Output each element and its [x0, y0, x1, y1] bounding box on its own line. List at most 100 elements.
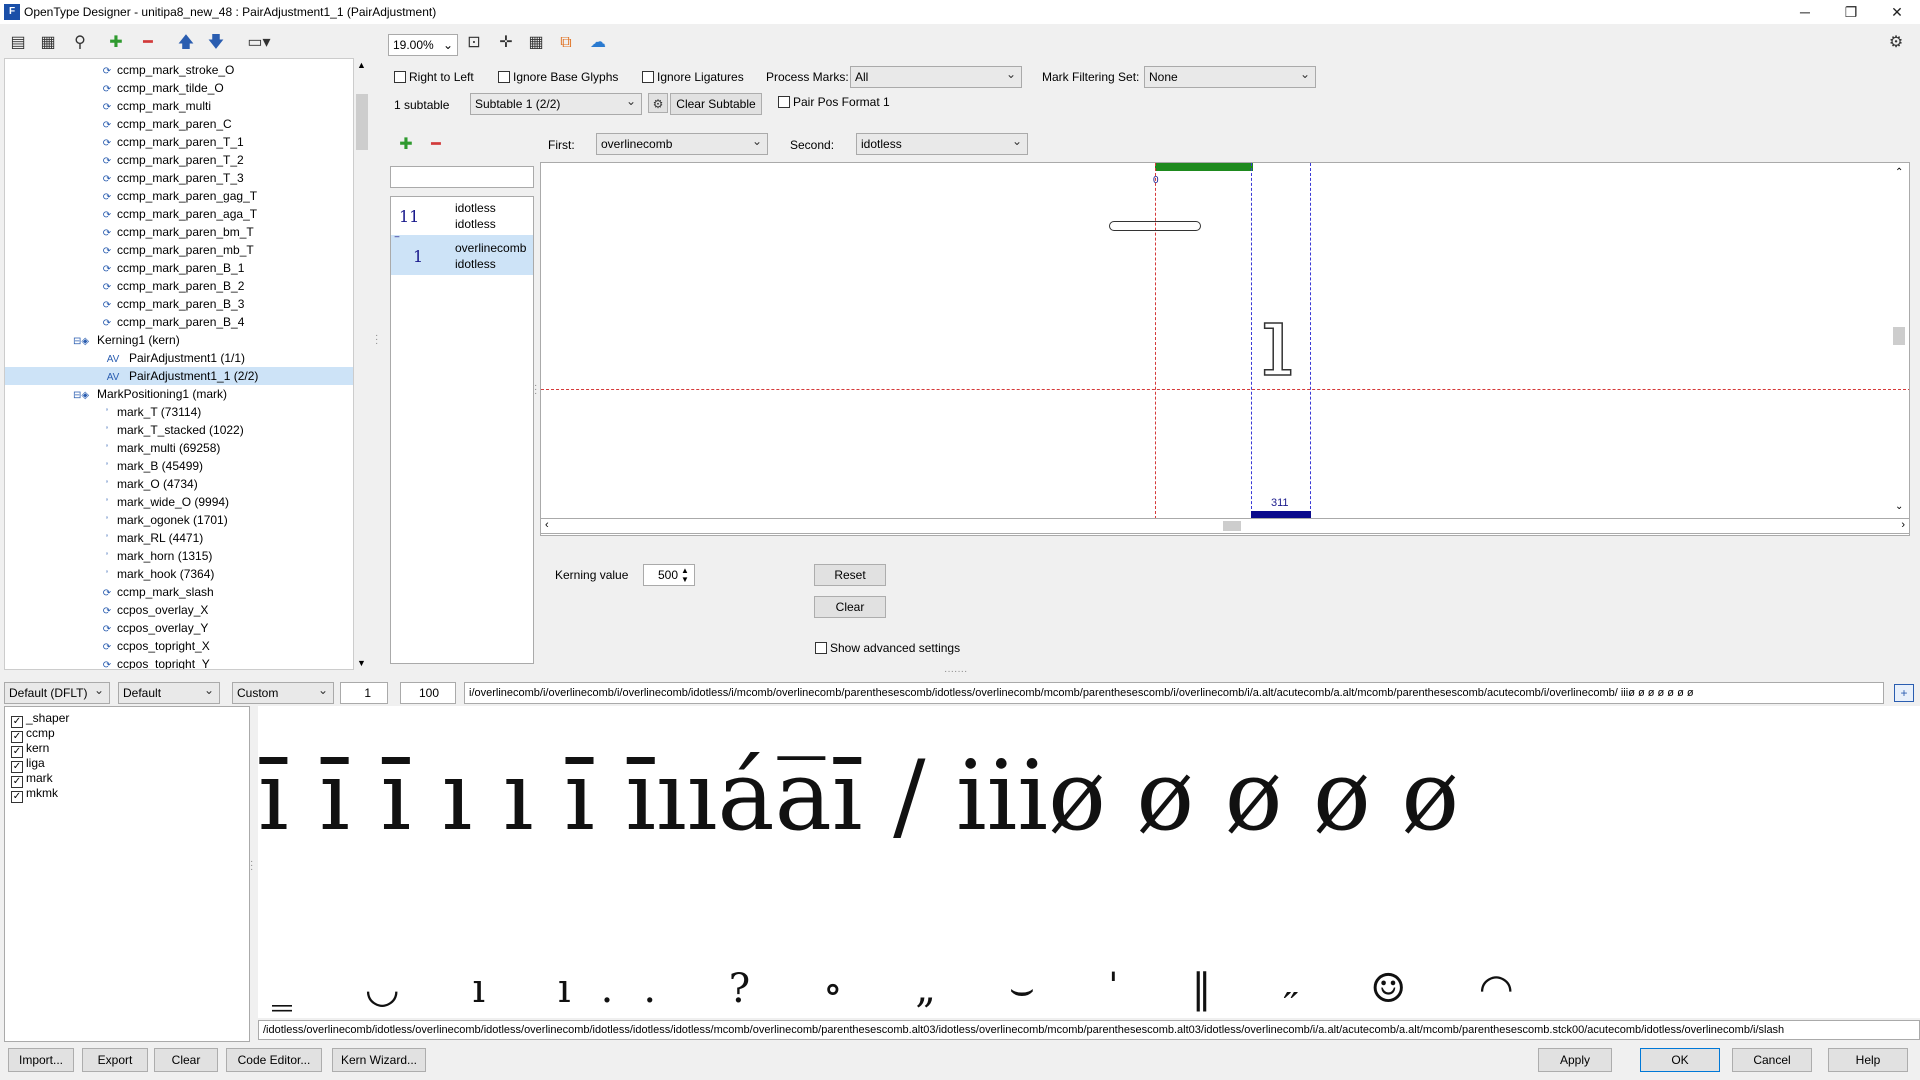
move-up-icon[interactable]: 🡅 — [174, 32, 198, 54]
subtable-select[interactable]: Subtable 1 (2/2) — [470, 91, 642, 115]
settings-icon[interactable]: ⚙ — [1884, 32, 1908, 54]
remove-pair-icon[interactable]: ━ — [424, 134, 448, 156]
tree-item[interactable]: ⟳ ccmp_mark_paren_T_2 — [5, 151, 353, 169]
horizontal-splitter[interactable]: ······· — [944, 666, 967, 677]
grid-icon[interactable]: ▦ — [524, 32, 548, 54]
tree-scroll-thumb[interactable] — [356, 94, 368, 150]
kern-wizard-button[interactable]: Kern Wizard... — [332, 1048, 426, 1072]
size-spinner[interactable]: 100 — [400, 682, 456, 704]
tree-item[interactable]: ʼ mark_ogonek (1701) — [5, 511, 353, 529]
tree-item[interactable]: ʼ mark_B (45499) — [5, 457, 353, 475]
tree-item[interactable]: ⟳ ccmp_mark_paren_T_3 — [5, 169, 353, 187]
count-spinner[interactable]: 1 — [340, 682, 388, 704]
preview-scroll-down-icon[interactable]: ⌄ — [1895, 501, 1903, 512]
tree-item[interactable]: ⟳ ccmp_mark_tilde_O — [5, 79, 353, 97]
right-to-left-checkbox[interactable]: Right to Left — [394, 70, 474, 84]
tree-item[interactable]: ʼ mark_T_stacked (1022) — [5, 421, 353, 439]
splitter-handle-2[interactable]: · · · — [534, 381, 537, 399]
tree-item[interactable]: ⊟◈ MarkPositioning1 (mark) — [5, 385, 353, 403]
view-menu-icon[interactable]: ▭▾ — [242, 32, 276, 54]
tree-item[interactable]: ʼ mark_O (4734) — [5, 475, 353, 493]
pair-row-1[interactable]: 11 idotless idotless — [391, 197, 533, 235]
tree-item[interactable]: ⊟◈ Kerning1 (kern) — [5, 331, 353, 349]
close-button[interactable]: ✕ — [1874, 2, 1920, 22]
feature-checkbox[interactable]: ✓ mkmk — [11, 786, 58, 803]
clear-kerning-button[interactable]: Clear — [814, 596, 886, 618]
tree-item[interactable]: ⟳ ccpos_overlay_Y — [5, 619, 353, 637]
preview-scroll-up-icon[interactable]: ⌃ — [1895, 167, 1903, 178]
tree-item[interactable]: AV PairAdjustment1_1 (2/2) — [5, 367, 353, 385]
tree-item[interactable]: ʼ mark_horn (1315) — [5, 547, 353, 565]
export-button[interactable]: Export — [82, 1048, 148, 1072]
glyph-preview-canvas[interactable]: 0 ı 311 ⌃ ⌄ — [540, 162, 1910, 536]
clear-subtable-button[interactable]: Clear Subtable — [670, 93, 762, 115]
ignore-base-glyphs-checkbox[interactable]: Ignore Base Glyphs — [498, 70, 618, 84]
move-down-icon[interactable]: 🡇 — [204, 32, 228, 54]
tree-item[interactable]: ⟳ ccmp_mark_paren_gag_T — [5, 187, 353, 205]
zoom-select[interactable]: 19.00% ⌄ — [388, 34, 458, 56]
text-input[interactable]: i/overlinecomb/i/overlinecomb/i/overline… — [464, 682, 1884, 704]
tree-item[interactable]: ⟳ ccmp_mark_slash — [5, 583, 353, 601]
cloud-icon[interactable]: ☁ — [586, 32, 610, 54]
tree-item[interactable]: ⟳ ccpos_overlay_X — [5, 601, 353, 619]
remove-icon[interactable]: ━ — [136, 32, 160, 54]
add-text-button[interactable]: + — [1894, 684, 1914, 702]
apply-button[interactable]: Apply — [1538, 1048, 1612, 1072]
tree-item[interactable]: ʼ mark_hook (7364) — [5, 565, 353, 583]
pair-row-2[interactable]: ‾ 1 overlinecomb idotless — [391, 235, 533, 275]
splitter-handle[interactable]: · · · — [375, 331, 378, 349]
export-image-icon[interactable]: ⧉ — [554, 32, 578, 54]
tree-item[interactable]: ʼ mark_T (73114) — [5, 403, 353, 421]
import-button[interactable]: Import... — [8, 1048, 74, 1072]
mode-select[interactable]: Custom — [232, 680, 334, 704]
new-lookup-icon[interactable]: ▤ — [6, 32, 30, 54]
kerning-spinner-icon[interactable]: ▲ ▼ — [681, 566, 689, 584]
process-marks-select[interactable]: All — [850, 64, 1022, 88]
second-glyph-select[interactable]: idotless — [856, 131, 1028, 155]
minimize-button[interactable]: ─ — [1782, 2, 1828, 22]
first-glyph-select[interactable]: overlinecomb — [596, 131, 768, 155]
tree-item[interactable]: ⟳ ccmp_mark_paren_B_4 — [5, 313, 353, 331]
tree-item[interactable]: ⟳ ccmp_mark_paren_B_2 — [5, 277, 353, 295]
tree-item[interactable]: ⟳ ccpos_topright_X — [5, 637, 353, 655]
cancel-button[interactable]: Cancel — [1732, 1048, 1812, 1072]
pair-list[interactable]: 11 idotless idotless ‾ 1 overlinecomb id… — [390, 196, 534, 664]
pair-pos-format-checkbox[interactable]: Pair Pos Format 1 — [778, 95, 890, 109]
tree-item[interactable]: ⟳ ccmp_mark_paren_aga_T — [5, 205, 353, 223]
tree-item[interactable]: ʼ mark_RL (4471) — [5, 529, 353, 547]
clear-button[interactable]: Clear — [154, 1048, 218, 1072]
preview-hscrollbar[interactable]: ‹ › — [540, 518, 1910, 534]
tree-scrollbar[interactable]: ▲ ▼ — [354, 58, 370, 670]
tree-item[interactable]: ⟳ ccmp_mark_multi — [5, 97, 353, 115]
tree-item[interactable]: ⟳ ccmp_mark_paren_B_3 — [5, 295, 353, 313]
scroll-down-icon[interactable]: ▼ — [357, 658, 366, 668]
crosshair-icon[interactable]: ✛ — [494, 32, 518, 54]
scroll-up-icon[interactable]: ▲ — [357, 60, 366, 70]
add-pair-icon[interactable]: ✚ — [394, 134, 418, 156]
reset-button[interactable]: Reset — [814, 564, 886, 586]
ok-button[interactable]: OK — [1640, 1048, 1720, 1072]
splitter-handle-3[interactable]: · · · — [250, 857, 253, 875]
tree-item[interactable]: ⟳ ccmp_mark_paren_bm_T — [5, 223, 353, 241]
code-editor-button[interactable]: Code Editor... — [226, 1048, 322, 1072]
preview-vscroll-thumb[interactable] — [1893, 327, 1905, 345]
feature-list[interactable]: ✓ _shaper ✓ ccmp ✓ kern ✓ liga ✓ mark ✓ mkmk — [4, 706, 250, 1042]
tree-item[interactable]: ⟳ ccmp_mark_paren_B_1 — [5, 259, 353, 277]
show-advanced-checkbox[interactable]: Show advanced settings — [815, 641, 960, 655]
find-icon[interactable]: ⚲ — [68, 32, 92, 54]
preview-hscroll-thumb[interactable] — [1223, 521, 1241, 531]
tree-item[interactable]: ⟳ ccpos_topright_Y — [5, 655, 353, 669]
ignore-ligatures-checkbox[interactable]: Ignore Ligatures — [642, 70, 744, 84]
preview-lookup-icon[interactable]: ▦ — [36, 32, 60, 54]
mark-filtering-select[interactable]: None — [1144, 64, 1316, 88]
script-select[interactable]: Default (DFLT) — [4, 680, 110, 704]
add-icon[interactable]: ✚ — [104, 32, 128, 54]
lookup-tree[interactable]: ⟳ ccmp_mark_stroke_O ⟳ ccmp_mark_tilde_O ⟳ cc… — [4, 58, 354, 670]
tree-item[interactable]: ⟳ ccmp_mark_paren_C — [5, 115, 353, 133]
tree-item[interactable]: AV PairAdjustment1 (1/1) — [5, 349, 353, 367]
subtable-settings-icon[interactable]: ⚙ — [648, 93, 668, 113]
maximize-button[interactable]: ❐ — [1828, 2, 1874, 22]
tree-item[interactable]: ⟳ ccmp_mark_paren_mb_T — [5, 241, 353, 259]
tree-item[interactable]: ⟳ ccmp_mark_stroke_O — [5, 61, 353, 79]
tree-item[interactable]: ʼ mark_wide_O (9994) — [5, 493, 353, 511]
